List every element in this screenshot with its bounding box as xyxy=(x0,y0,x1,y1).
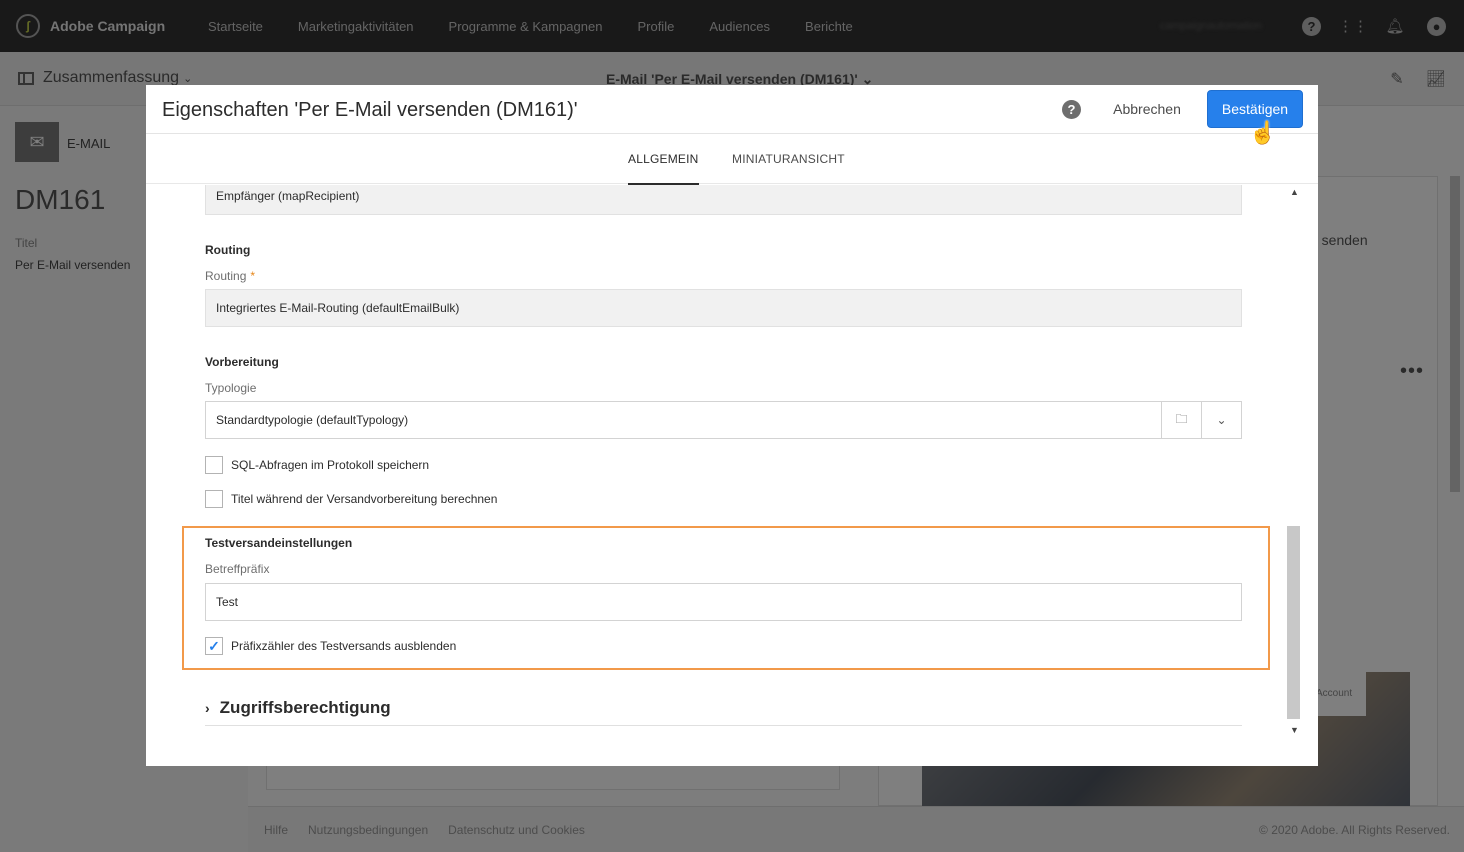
help-icon[interactable]: ? xyxy=(1062,100,1081,119)
hide-counter-label: Präfixzähler des Testversands ausblenden xyxy=(231,639,457,653)
typology-select[interactable]: Standardtypologie (defaultTypology) 🗀 ⌄ xyxy=(205,401,1242,439)
scroll-down-icon[interactable]: ▼ xyxy=(1290,725,1299,735)
test-section-title: Testversandeinstellungen xyxy=(205,536,353,550)
typology-value: Standardtypologie (defaultTypology) xyxy=(216,413,409,427)
routing-section-title: Routing xyxy=(205,243,251,257)
tab-allgemein[interactable]: ALLGEMEIN xyxy=(628,152,699,185)
compute-title-row: Titel während der Versandvorbereitung be… xyxy=(205,490,497,508)
recipient-field[interactable]: Empfänger (mapRecipient) xyxy=(205,185,1242,215)
subject-prefix-input[interactable]: Test xyxy=(205,583,1242,621)
access-collapse[interactable]: › Zugriffsberechtigung xyxy=(205,690,1242,726)
sql-log-label: SQL-Abfragen im Protokoll speichern xyxy=(231,458,430,472)
chevron-right-icon: › xyxy=(205,699,210,716)
routing-field[interactable]: Integriertes E-Mail-Routing (defaultEmai… xyxy=(205,289,1242,327)
dialog-title: Eigenschaften 'Per E-Mail versenden (DM1… xyxy=(162,99,578,121)
hide-counter-row: ✓ Präfixzähler des Testversands ausblend… xyxy=(205,637,456,655)
tab-miniaturansicht[interactable]: MINIATURANSICHT xyxy=(732,152,845,166)
dialog-scrollbar[interactable]: ▲ ▼ xyxy=(1287,185,1301,735)
required-marker: * xyxy=(250,269,256,283)
properties-dialog: Eigenschaften 'Per E-Mail versenden (DM1… xyxy=(146,85,1318,766)
scroll-up-icon[interactable]: ▲ xyxy=(1290,187,1299,197)
dialog-tabs: ALLGEMEIN MINIATURANSICHT xyxy=(146,134,1318,185)
dialog-scrollbar-thumb[interactable] xyxy=(1287,526,1300,719)
cancel-button[interactable]: Abbrechen xyxy=(1108,92,1186,126)
sql-log-checkbox[interactable] xyxy=(205,456,223,474)
hide-counter-checkbox[interactable]: ✓ xyxy=(205,637,223,655)
typology-label: Typologie xyxy=(205,381,257,395)
dialog-header: Eigenschaften 'Per E-Mail versenden (DM1… xyxy=(146,85,1318,145)
compute-title-label: Titel während der Versandvorbereitung be… xyxy=(231,492,498,506)
chevron-down-icon[interactable]: ⌄ xyxy=(1201,402,1241,438)
preparation-section-title: Vorbereitung xyxy=(205,355,279,369)
typology-folder-icon[interactable]: 🗀 xyxy=(1161,402,1201,438)
sql-log-row: SQL-Abfragen im Protokoll speichern xyxy=(205,456,429,474)
compute-title-checkbox[interactable] xyxy=(205,490,223,508)
dialog-content: Empfänger (mapRecipient) Routing Routing… xyxy=(146,185,1318,766)
access-label: Zugriffsberechtigung xyxy=(219,697,391,717)
routing-label: Routing * xyxy=(205,269,255,283)
subject-prefix-label: Betreffpräfix xyxy=(205,562,270,576)
routing-label-text: Routing xyxy=(205,269,247,283)
